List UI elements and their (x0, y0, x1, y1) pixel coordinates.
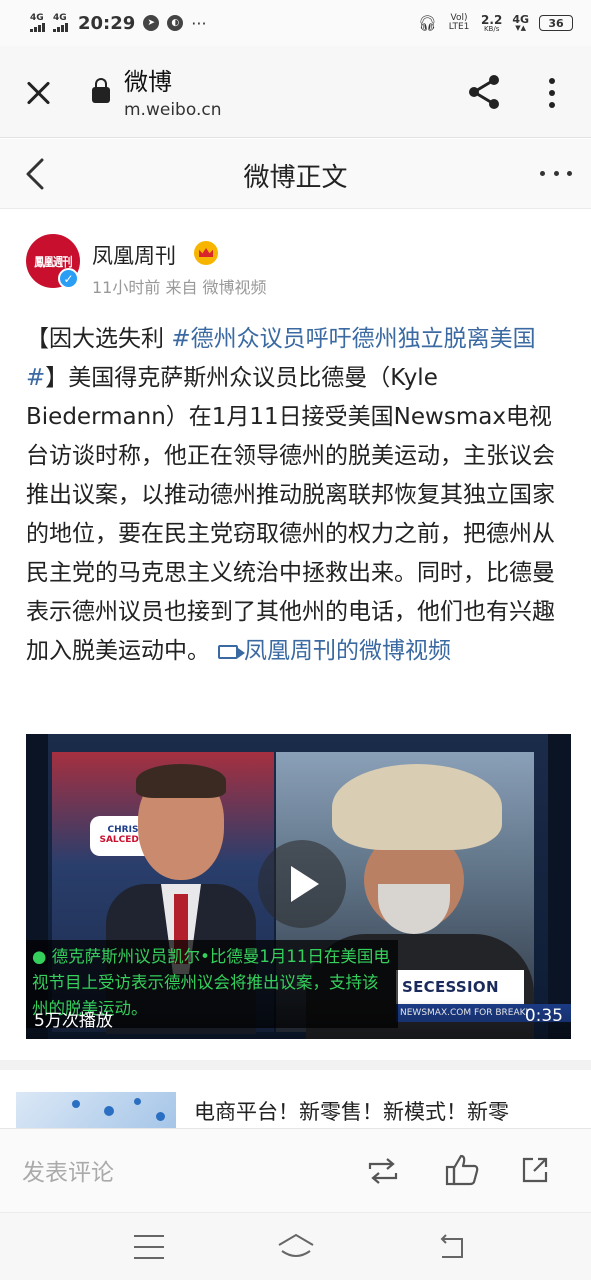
telegram-icon: ➤ (143, 15, 160, 31)
video-camera-icon (218, 645, 245, 659)
signal-1-bars-icon (30, 23, 45, 32)
comment-bar: 发表评论 (0, 1128, 591, 1212)
share-out-icon[interactable] (520, 1155, 550, 1185)
nav-back-icon[interactable] (434, 1233, 466, 1261)
post-text-body: 】美国得克萨斯州众议员比德曼（Kyle Biedermann）在1月11日接受美… (26, 365, 555, 664)
host-hair (136, 764, 226, 798)
system-nav-bar (0, 1212, 591, 1280)
browser-toolbar: 微博 m.weibo.cn (0, 46, 591, 138)
secession-banner: SECESSION (396, 970, 524, 1004)
video-link-label: 凤凰周刊的微博视频 (244, 638, 451, 664)
comment-input[interactable]: 发表评论 (22, 1153, 114, 1187)
battery-icon: 36 (539, 15, 573, 31)
play-count: 5万次播放 (34, 1011, 113, 1031)
nav-menu-icon[interactable] (134, 1235, 164, 1259)
video-player[interactable]: CHRIS SALCEDO SECESSION NEWSMAX.COM FOR … (26, 734, 571, 1039)
status-right: 🎧︎ Vol) LTE1 2.2 KB/s 4G ▼▲ 36 (418, 14, 573, 33)
more-vertical-icon[interactable] (540, 76, 564, 110)
network-speed: 2.2 KB/s (481, 14, 502, 33)
network-speed-unit: KB/s (483, 24, 500, 33)
page-header: 微博正文 (0, 139, 591, 209)
signal-2: 4G (53, 14, 68, 32)
page-title: 微博正文 (243, 163, 348, 193)
video-link[interactable]: 凤凰周刊的微博视频 (218, 638, 451, 664)
share-icon[interactable] (464, 72, 504, 112)
recommended-card[interactable]: 电商平台！新零售！新模式！新零 (0, 1078, 591, 1128)
signal-1-label: 4G (30, 13, 44, 23)
play-icon[interactable] (258, 840, 346, 928)
member-crown-icon[interactable] (194, 241, 218, 265)
guest-hat (332, 764, 502, 850)
verified-badge-icon: ✓ (58, 268, 79, 289)
repost-icon[interactable] (366, 1157, 400, 1185)
lock-icon (92, 78, 110, 103)
more-horizontal-icon[interactable] (540, 171, 572, 179)
avatar-logo: 鳳凰週刊 (34, 254, 72, 269)
post-text: 【因大选失利 #德州众议员呼吁德州独立脱离美国#】美国得克萨斯州众议员比德曼（K… (26, 320, 566, 671)
volte-indicator: Vol) LTE1 (448, 13, 470, 32)
nav-home-icon[interactable] (276, 1231, 316, 1263)
author-name[interactable]: 凤凰周刊 (92, 240, 176, 270)
post-text-prefix: 【因大选失利 (26, 326, 172, 352)
more-notifications-icon: ··· (191, 13, 207, 33)
status-left: 4G 4G 20:29 ➤ ◐ ··· (30, 13, 207, 34)
close-icon[interactable] (22, 76, 56, 110)
back-icon[interactable] (24, 158, 46, 190)
status-bar: 4G 4G 20:29 ➤ ◐ ··· 🎧︎ Vol) LTE1 2.2 KB/… (0, 0, 591, 46)
video-duration: 0:35 (524, 1006, 563, 1026)
post-meta: 11小时前 来自 微博视频 (92, 278, 267, 297)
browser-url[interactable]: m.weibo.cn (124, 100, 221, 120)
signal-1: 4G (30, 14, 45, 32)
app-notification-icon: ◐ (167, 15, 184, 31)
network-speed-value: 2.2 (481, 12, 503, 27)
recommended-title[interactable]: 电商平台！新零售！新模式！新零 (194, 1096, 509, 1126)
headphones-icon: 🎧︎ (418, 14, 438, 32)
section-divider (0, 1060, 591, 1070)
signal-3: 4G ▼▲ (512, 14, 529, 32)
signal-2-label: 4G (53, 13, 67, 23)
recommended-thumbnail (16, 1092, 176, 1128)
like-icon[interactable] (444, 1153, 480, 1187)
signal-3-arrows-icon: ▼▲ (515, 24, 527, 32)
signal-2-bars-icon (53, 23, 68, 32)
browser-site-title: 微博 (124, 68, 172, 96)
status-time: 20:29 (78, 12, 136, 34)
post-author: 鳳凰週刊 ✓ 凤凰周刊 11小时前 来自 微博视频 (0, 210, 591, 310)
